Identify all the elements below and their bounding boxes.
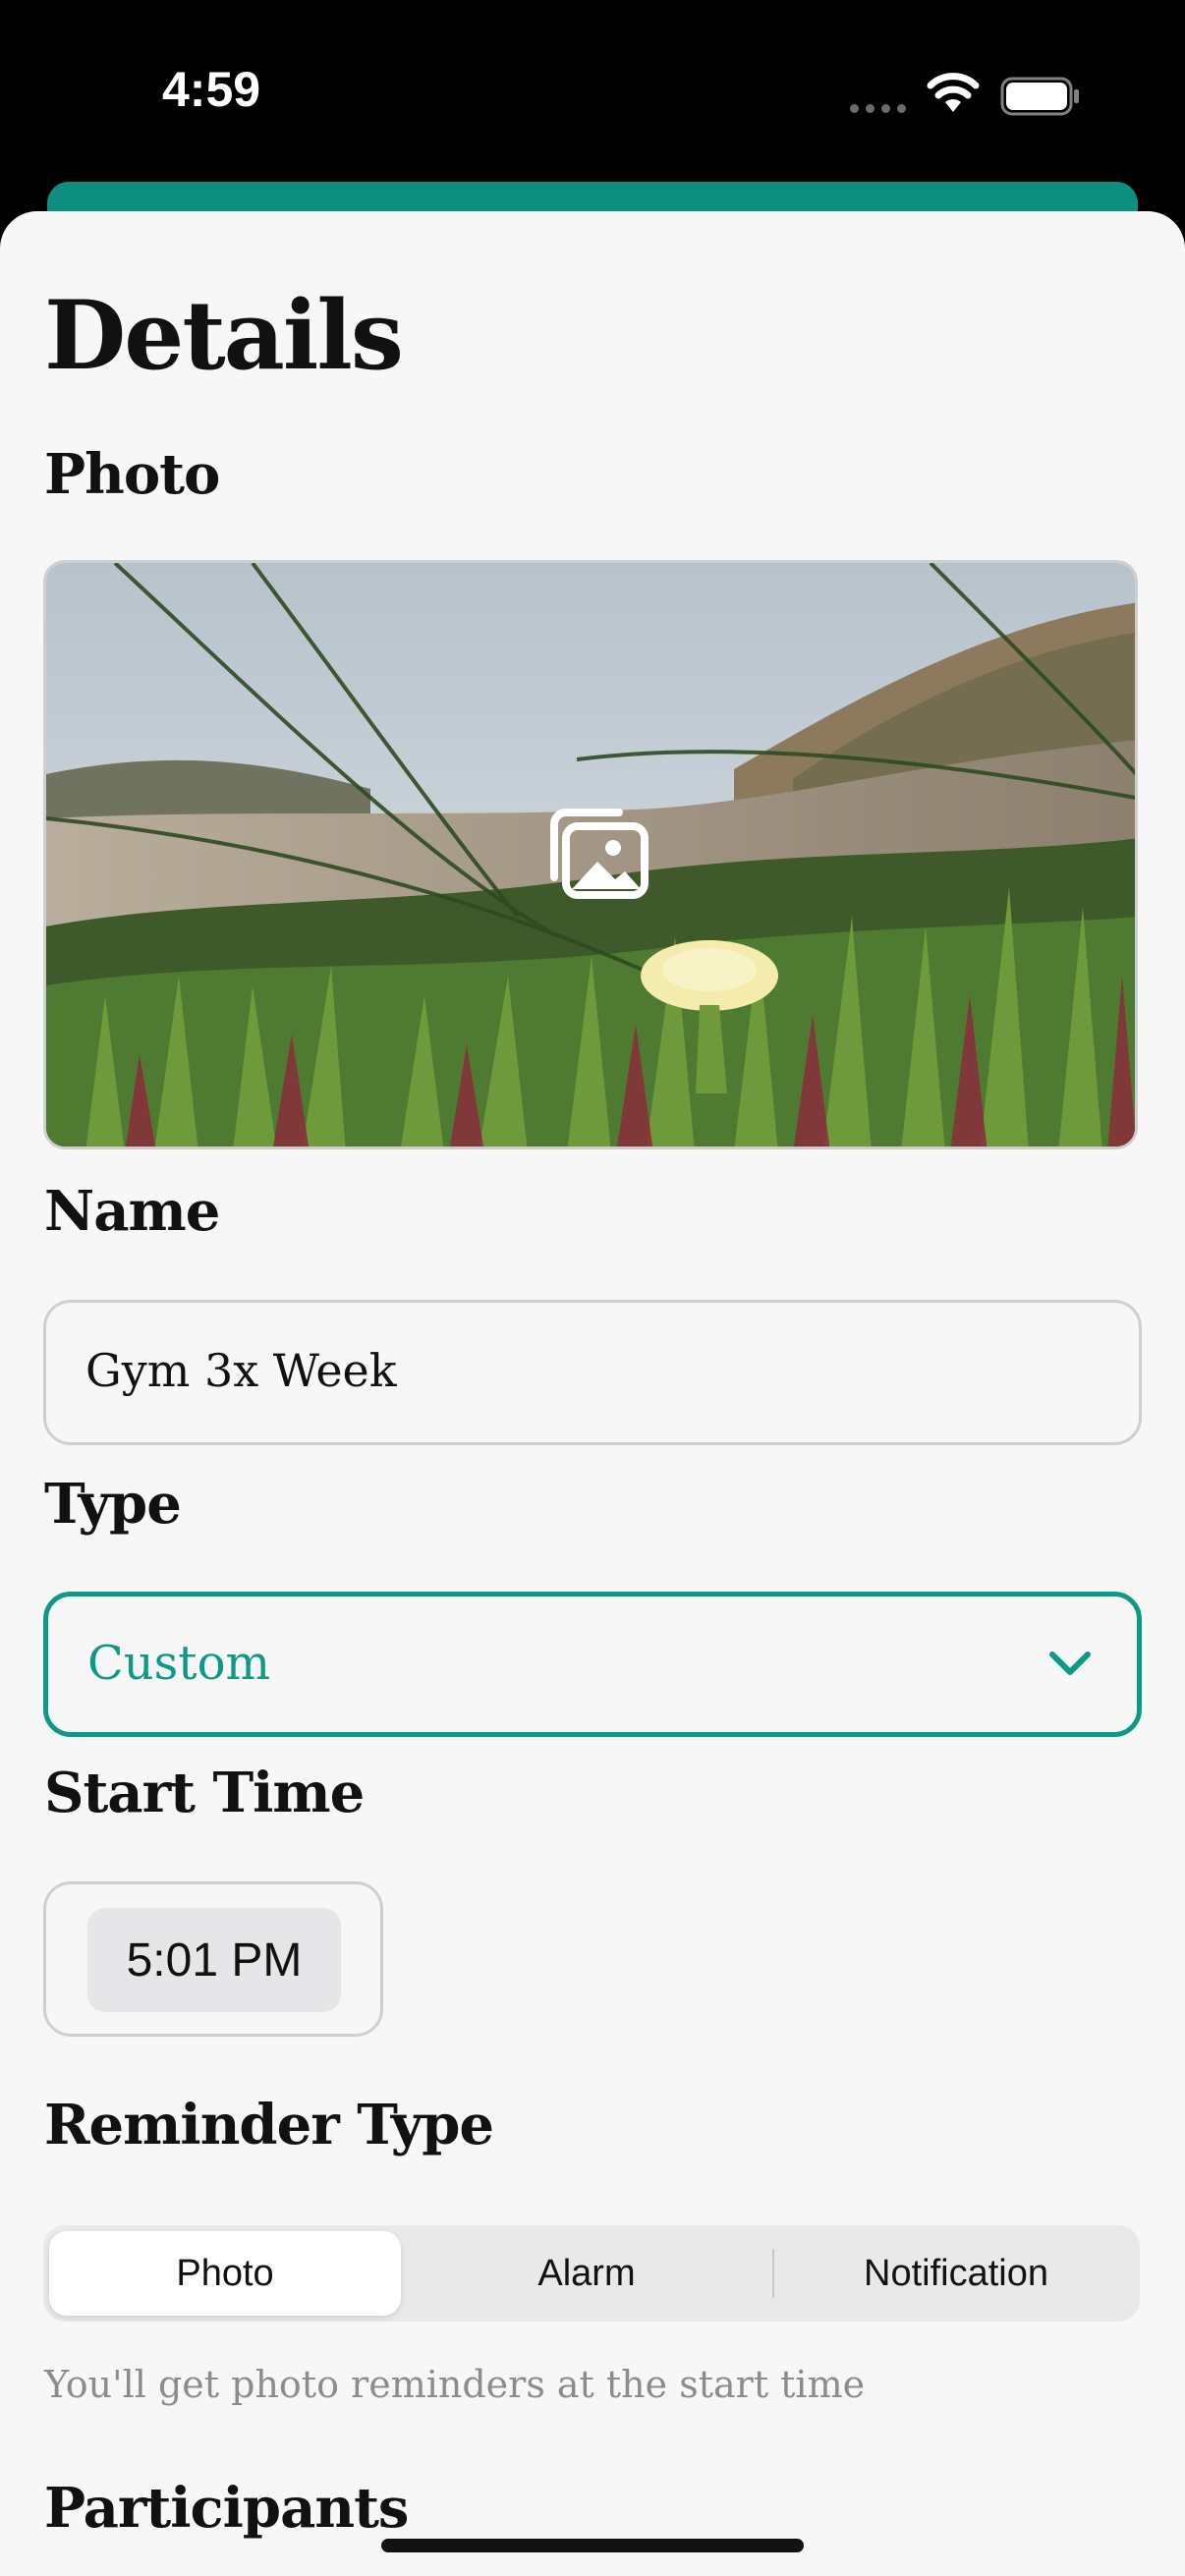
status-bar: 4:59	[0, 0, 1185, 187]
chevron-down-icon	[1049, 1652, 1091, 1675]
photo-label: Photo	[44, 442, 220, 507]
type-dropdown-value: Custom	[87, 1636, 270, 1691]
reminder-type-label: Reminder Type	[44, 2093, 494, 2157]
reminder-type-helper-text: You'll get photo reminders at the start …	[44, 2363, 866, 2406]
segment-notification[interactable]: Notification	[778, 2231, 1134, 2316]
wifi-icon	[927, 73, 980, 112]
segment-photo[interactable]: Photo	[49, 2231, 401, 2316]
cellular-signal-icon	[850, 104, 906, 113]
page-title: Details	[44, 280, 404, 391]
type-label: Type	[44, 1472, 182, 1537]
start-time-value[interactable]: 5:01 PM	[87, 1908, 341, 2012]
name-label: Name	[44, 1179, 220, 1244]
photo-picker[interactable]	[43, 560, 1138, 1149]
reminder-type-segmented-control: Photo Alarm Notification	[43, 2225, 1140, 2322]
segment-alarm[interactable]: Alarm	[407, 2231, 766, 2316]
type-dropdown[interactable]: Custom	[43, 1592, 1142, 1737]
name-input-value: Gym 3x Week	[85, 1344, 397, 1397]
name-input[interactable]: Gym 3x Week	[43, 1300, 1142, 1445]
details-sheet: Details Photo Name Gym 3x Week Type Cust…	[0, 211, 1185, 2576]
status-time: 4:59	[162, 62, 261, 117]
photo-gallery-icon	[550, 809, 649, 899]
home-indicator[interactable]	[381, 2539, 804, 2552]
participants-label: Participants	[44, 2476, 409, 2541]
segment-divider	[772, 2249, 774, 2298]
start-time-label: Start Time	[44, 1761, 365, 1825]
battery-icon	[1000, 77, 1079, 116]
start-time-picker: 5:01 PM	[43, 1881, 383, 2037]
